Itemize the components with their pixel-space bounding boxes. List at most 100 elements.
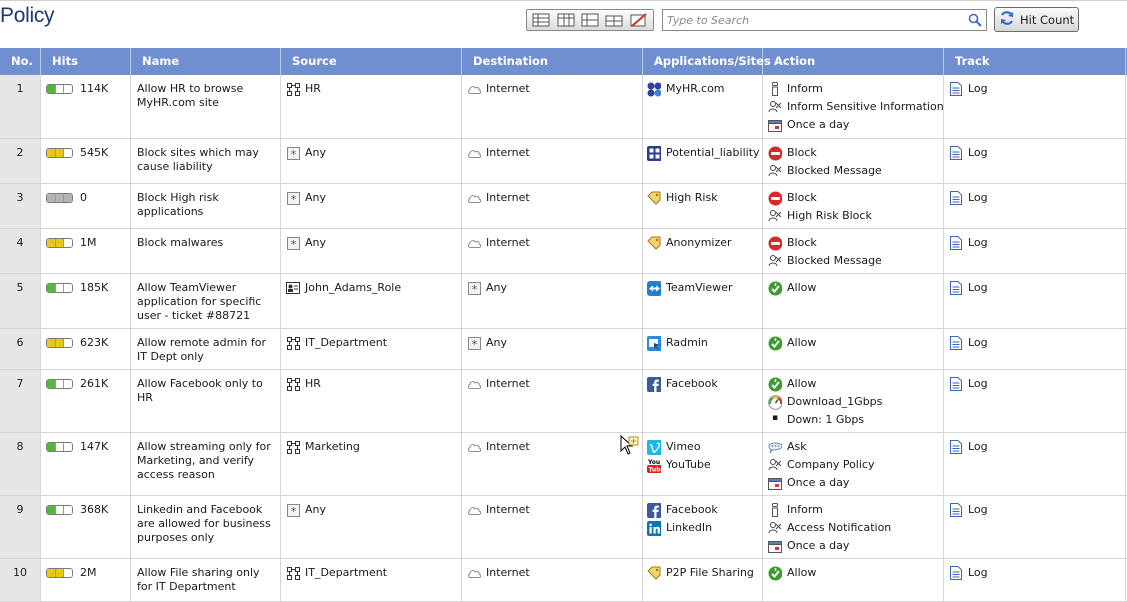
track-cell[interactable]: Log (944, 433, 1126, 495)
rule-name[interactable]: Allow HR to browse MyHR.com site (131, 75, 281, 138)
table-row[interactable]: 1 114K Allow HR to browse MyHR.com site HR I… (0, 75, 1127, 139)
cell-item[interactable]: Ask (768, 440, 943, 458)
cell-item[interactable]: Company Policy (768, 458, 943, 476)
destination-cell[interactable]: Internet (462, 184, 643, 228)
cell-item[interactable]: Potential_liability (647, 145, 762, 164)
view-rows-icon[interactable] (532, 13, 550, 27)
table-row[interactable]: 4 1M Block malwares * Any Internet Anonymizer B… (0, 229, 1127, 274)
source-cell[interactable]: * Any (281, 139, 462, 183)
track-cell[interactable]: Log (944, 559, 1126, 601)
cell-item[interactable]: Blocked Message (768, 254, 943, 272)
track-cell[interactable]: Log (944, 75, 1126, 138)
cell-item[interactable]: Once a day (768, 539, 943, 557)
view-expand-icon[interactable] (581, 13, 599, 27)
destination-cell[interactable]: * Any (462, 329, 643, 369)
cell-item[interactable]: Inform (768, 82, 943, 100)
col-header-applications[interactable]: Applications/Sites (643, 48, 771, 75)
rule-name[interactable]: Allow TeamViewer application for specifi… (131, 274, 281, 328)
action-cell[interactable]: Inform Access Notification Once a day (763, 496, 944, 558)
applications-cell[interactable]: Potential_liability (643, 139, 763, 183)
cell-item[interactable]: Internet (467, 146, 642, 164)
cell-item[interactable]: Facebook (647, 376, 762, 395)
source-cell[interactable]: Marketing (281, 433, 462, 495)
applications-cell[interactable]: High Risk (643, 184, 763, 228)
action-cell[interactable]: Allow (763, 329, 944, 369)
cell-item[interactable]: LinkedIn (647, 520, 762, 539)
table-row[interactable]: 8 147K Allow streaming only for Marketing,… (0, 433, 1127, 496)
rule-name[interactable]: Allow streaming only for Marketing, and … (131, 433, 281, 495)
action-cell[interactable]: Block High Risk Block (763, 184, 944, 228)
applications-cell[interactable]: Radmin (643, 329, 763, 369)
cell-item[interactable]: * Any (467, 336, 642, 354)
table-row[interactable]: 2 545K Block sites which may cause liabili… (0, 139, 1127, 184)
cell-item[interactable]: High Risk (647, 191, 762, 209)
cell-item[interactable]: Anonymizer (647, 236, 762, 254)
rule-name[interactable]: Allow remote admin for IT Dept only (131, 329, 281, 369)
applications-cell[interactable]: MyHR.com (643, 75, 763, 138)
cell-item[interactable]: YouTubeYouTube (647, 458, 762, 476)
source-cell[interactable]: HR (281, 75, 462, 138)
cell-item[interactable]: Internet (467, 440, 642, 458)
applications-cell[interactable]: Anonymizer (643, 229, 763, 273)
cell-item[interactable]: Marketing (286, 440, 461, 458)
source-cell[interactable]: * Any (281, 184, 462, 228)
cell-item[interactable]: Once a day (768, 118, 943, 136)
source-cell[interactable]: IT_Department (281, 329, 462, 369)
cell-item[interactable]: Vimeo (647, 439, 762, 458)
destination-cell[interactable]: Internet (462, 433, 643, 495)
rule-name[interactable]: Linkedin and Facebook are allowed for bu… (131, 496, 281, 558)
col-header-track[interactable]: Track (944, 48, 1126, 75)
source-cell[interactable]: IT_Department (281, 559, 462, 601)
track-cell[interactable]: Log (944, 229, 1126, 273)
action-cell[interactable]: Inform Inform Sensitive Information Once a… (763, 75, 944, 138)
cell-item[interactable]: Radmin (647, 335, 762, 354)
destination-cell[interactable]: Internet (462, 370, 643, 432)
track-cell[interactable]: Log (944, 184, 1126, 228)
cell-item[interactable]: Internet (467, 82, 642, 100)
track-cell[interactable]: Log (944, 370, 1126, 432)
cell-item[interactable]: Internet (467, 503, 642, 521)
hit-count-button[interactable]: Hit Count (994, 7, 1079, 32)
cell-item[interactable]: Block (768, 146, 943, 164)
source-cell[interactable]: John_Adams_Role (281, 274, 462, 328)
cell-item[interactable]: HR (286, 377, 461, 395)
cell-item[interactable]: MyHR.com (647, 82, 762, 100)
cell-item[interactable]: Log (949, 566, 1125, 584)
cell-item[interactable]: Internet (467, 377, 642, 395)
cell-item[interactable]: Log (949, 82, 1125, 100)
cell-item[interactable]: P2P File Sharing (647, 566, 762, 584)
cell-item[interactable]: Internet (467, 566, 642, 584)
cell-item[interactable]: High Risk Block (768, 209, 943, 227)
applications-cell[interactable]: Facebook (643, 370, 763, 432)
destination-cell[interactable]: Internet (462, 229, 643, 273)
table-row[interactable]: 6 623K Allow remote admin for IT Dept only… (0, 329, 1127, 370)
cell-item[interactable]: * Any (286, 236, 461, 254)
cell-item[interactable]: Log (949, 236, 1125, 254)
table-row[interactable]: 3 0 Block High risk applications * Any Intern… (0, 184, 1127, 229)
cell-item[interactable]: Log (949, 336, 1125, 354)
source-cell[interactable]: * Any (281, 229, 462, 273)
track-cell[interactable]: Log (944, 274, 1126, 328)
col-header-no[interactable]: No. (0, 48, 41, 75)
cell-item[interactable]: Allow (768, 566, 943, 584)
search-icon[interactable] (968, 13, 982, 30)
destination-cell[interactable]: Internet (462, 559, 643, 601)
cell-item[interactable]: Blocked Message (768, 164, 943, 182)
destination-cell[interactable]: * Any (462, 274, 643, 328)
action-cell[interactable]: Allow (763, 274, 944, 328)
action-cell[interactable]: Allow (763, 559, 944, 601)
cell-item[interactable]: Allow (768, 281, 943, 299)
rule-name[interactable]: Block sites which may cause liability (131, 139, 281, 183)
cell-item[interactable]: Internet (467, 191, 642, 209)
source-cell[interactable]: * Any (281, 496, 462, 558)
cell-item[interactable]: Log (949, 281, 1125, 299)
cell-item[interactable]: Allow (768, 377, 943, 395)
track-cell[interactable]: Log (944, 329, 1126, 369)
rule-name[interactable]: Block malwares (131, 229, 281, 273)
applications-cell[interactable]: Facebook LinkedIn (643, 496, 763, 558)
cell-item[interactable]: Log (949, 440, 1125, 458)
destination-cell[interactable]: Internet (462, 139, 643, 183)
destination-cell[interactable]: Internet (462, 75, 643, 138)
col-header-destination[interactable]: Destination (462, 48, 643, 75)
action-cell[interactable]: Block Blocked Message (763, 229, 944, 273)
